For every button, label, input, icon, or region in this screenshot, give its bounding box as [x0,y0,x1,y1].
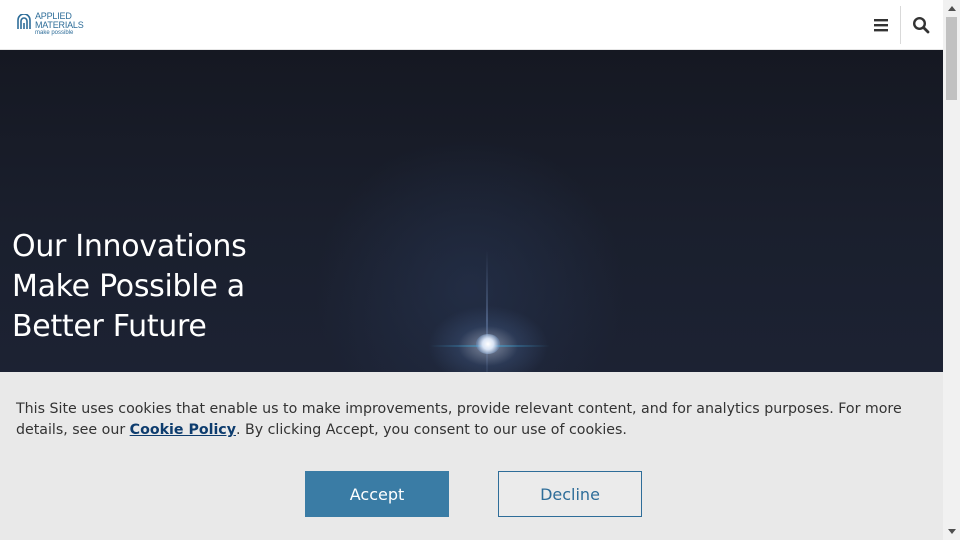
hamburger-menu-icon [874,19,888,32]
decline-button[interactable]: Decline [498,471,642,517]
search-button[interactable] [906,10,936,40]
cookie-text-after: . By clicking Accept, you consent to our… [235,422,627,438]
cookie-notice-text: This Site uses cookies that enable us to… [16,399,936,441]
hero-banner: Our Innovations Make Possible a Better F… [0,50,943,372]
logo-wordmark: APPLIED MATERIALS [35,12,84,30]
cookie-consent-banner: This Site uses cookies that enable us to… [0,372,943,540]
scroll-up-arrow-icon[interactable] [943,0,960,17]
accept-button[interactable]: Accept [305,471,449,517]
hero-title: Our Innovations Make Possible a Better F… [12,227,272,347]
scrollbar-thumb[interactable] [946,17,957,100]
applied-materials-logo[interactable]: APPLIED MATERIALS make possible [16,12,96,40]
menu-button[interactable] [866,10,896,40]
vertical-scrollbar[interactable] [943,0,960,540]
hero-title-line2: Make Possible a [12,269,245,304]
site-header: APPLIED MATERIALS make possible [0,0,943,50]
header-divider [900,6,901,44]
hero-title-line1: Our Innovations [12,229,247,264]
hero-light-glow [476,334,500,354]
logo-mark-icon [17,14,31,29]
search-icon [912,16,930,34]
scroll-down-arrow-icon[interactable] [943,523,960,540]
logo-tagline: make possible [35,30,74,36]
hero-title-line3: Better Future [12,309,207,344]
logo-name-line2: MATERIALS [35,20,84,30]
cookie-policy-link[interactable]: Cookie Policy [130,422,236,438]
